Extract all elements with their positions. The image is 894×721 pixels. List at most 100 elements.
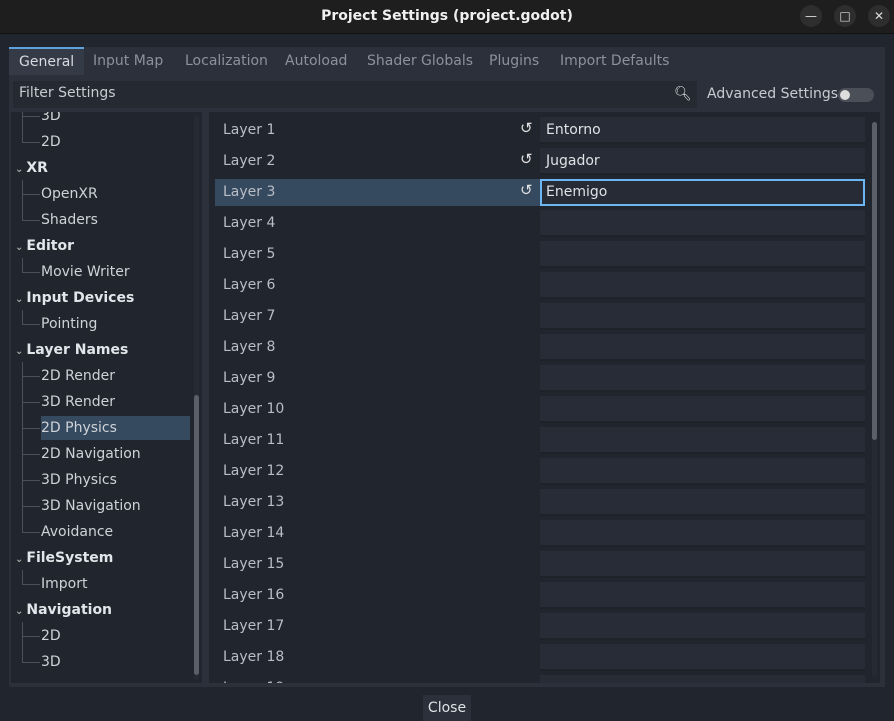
layer-name-input[interactable] (540, 458, 865, 485)
tree-item[interactable]: 3D Render (41, 390, 115, 414)
tab-input-map[interactable]: Input Map (83, 47, 173, 75)
chevron-down-icon: ⌄ (15, 346, 24, 357)
layer-name-input[interactable]: Entorno (540, 117, 865, 144)
layer-name-input[interactable] (540, 396, 865, 423)
tree-category[interactable]: ⌄ Input Devices (15, 286, 134, 310)
tree-category[interactable]: ⌄ Editor (15, 234, 74, 258)
layer-row: Layer 10 (215, 396, 865, 423)
tree-connector (22, 180, 23, 220)
layer-row: Layer 13 (215, 489, 865, 516)
layer-name-input[interactable]: Jugador (540, 148, 865, 175)
advanced-settings-label: Advanced Settings (707, 86, 839, 102)
layer-name-input[interactable] (540, 582, 865, 609)
layer-name-input[interactable] (540, 551, 865, 578)
layer-label: Layer 9 (223, 370, 276, 386)
panel-scrollbar-thumb[interactable] (872, 122, 877, 440)
tree-connector (22, 506, 40, 507)
tree-connector (22, 220, 40, 221)
chevron-down-icon: ⌄ (15, 164, 24, 175)
layer-row: Layer 4 (215, 210, 865, 237)
layer-name-input[interactable] (540, 675, 865, 683)
search-icon: 🔍︎ (674, 86, 692, 102)
revert-icon[interactable]: ↺ (520, 119, 533, 137)
tree-connector (22, 454, 40, 455)
layer-label: Layer 15 (223, 556, 285, 572)
tree-item[interactable]: 3D (41, 112, 61, 128)
layer-label: Layer 18 (223, 649, 285, 665)
tree-connector (22, 402, 40, 403)
layer-name-input[interactable] (540, 489, 865, 516)
tree-connector (22, 636, 40, 637)
layer-name-input[interactable] (540, 241, 865, 268)
layer-name-input[interactable] (540, 334, 865, 361)
layer-row: Layer 19 (215, 675, 865, 683)
tree-item[interactable]: 2D Physics (41, 416, 190, 440)
window-title: Project Settings (project.godot) (321, 8, 573, 24)
tree-item[interactable]: 3D Navigation (41, 494, 141, 518)
layer-label: Layer 13 (223, 494, 285, 510)
layer-label: Layer 7 (223, 308, 276, 324)
tree-item[interactable]: Import (41, 572, 87, 596)
layer-name-input[interactable] (540, 303, 865, 330)
tree-item[interactable]: 3D Physics (41, 468, 117, 492)
layer-row: Layer 1 ↺ Entorno (215, 117, 865, 144)
tree-item[interactable]: Shaders (41, 208, 98, 232)
tree-item[interactable]: OpenXR (41, 182, 98, 206)
tree-item[interactable]: Pointing (41, 312, 97, 336)
layer-name-input[interactable] (540, 427, 865, 454)
maximize-icon[interactable]: □ (834, 5, 856, 27)
tab-general[interactable]: General (9, 47, 85, 75)
layer-row: Layer 8 (215, 334, 865, 361)
tab-plugins[interactable]: Plugins (479, 47, 549, 75)
filter-settings-input[interactable]: Filter Settings (13, 81, 697, 108)
tree-category[interactable]: ⌄ Navigation (15, 598, 112, 622)
tree-connector (22, 532, 40, 533)
layer-label: Layer 2 (223, 153, 276, 169)
layer-name-input[interactable] (540, 272, 865, 299)
layer-row: Layer 15 (215, 551, 865, 578)
tree-connector (22, 662, 40, 663)
tab-localization[interactable]: Localization (175, 47, 278, 75)
tree-category[interactable]: ⌄ FileSystem (15, 546, 113, 570)
tab-bar: General Input Map Localization Autoload Shad… (9, 47, 885, 80)
layer-label: Layer 8 (223, 339, 276, 355)
advanced-settings-toggle[interactable] (838, 88, 874, 102)
layer-label: Layer 6 (223, 277, 276, 293)
tree-item[interactable]: 2D (41, 130, 61, 154)
tree-connector (22, 116, 40, 117)
close-button[interactable]: Close (423, 695, 471, 721)
tab-shader-globals[interactable]: Shader Globals (357, 47, 483, 75)
revert-icon[interactable]: ↺ (520, 150, 533, 168)
layer-name-input[interactable] (540, 365, 865, 392)
layer-name-input[interactable] (540, 613, 865, 640)
tree-connector (22, 480, 40, 481)
tree-scrollbar-thumb[interactable] (194, 395, 199, 675)
minimize-icon[interactable]: — (800, 5, 822, 27)
layer-name-input[interactable] (540, 644, 865, 671)
layer-row: Layer 5 (215, 241, 865, 268)
tree-connector (22, 310, 23, 324)
layer-row: Layer 11 (215, 427, 865, 454)
layer-row: Layer 12 (215, 458, 865, 485)
tree-connector (22, 142, 40, 143)
tree-category[interactable]: ⌄ XR (15, 156, 48, 180)
layer-row: Layer 17 (215, 613, 865, 640)
tree-connector (22, 428, 40, 429)
tree-category[interactable]: ⌄ Layer Names (15, 338, 128, 362)
chevron-down-icon: ⌄ (15, 294, 24, 305)
tree-item[interactable]: 2D (41, 624, 61, 648)
tab-import-defaults[interactable]: Import Defaults (550, 47, 679, 75)
tree-item[interactable]: 2D Render (41, 364, 115, 388)
tree-item[interactable]: Movie Writer (41, 260, 130, 284)
tree-item[interactable]: Avoidance (41, 520, 113, 544)
close-icon[interactable]: ✕ (868, 5, 890, 27)
layer-row: Layer 3 ↺ Enemigo (215, 179, 865, 206)
layer-name-input[interactable] (540, 210, 865, 237)
layer-name-input[interactable]: Enemigo (540, 179, 865, 206)
tab-autoload[interactable]: Autoload (275, 47, 357, 75)
layer-name-input[interactable] (540, 520, 865, 547)
tree-item[interactable]: 3D (41, 650, 61, 674)
revert-icon[interactable]: ↺ (520, 181, 533, 199)
tree-item[interactable]: 2D Navigation (41, 442, 141, 466)
tree-connector (22, 112, 23, 142)
